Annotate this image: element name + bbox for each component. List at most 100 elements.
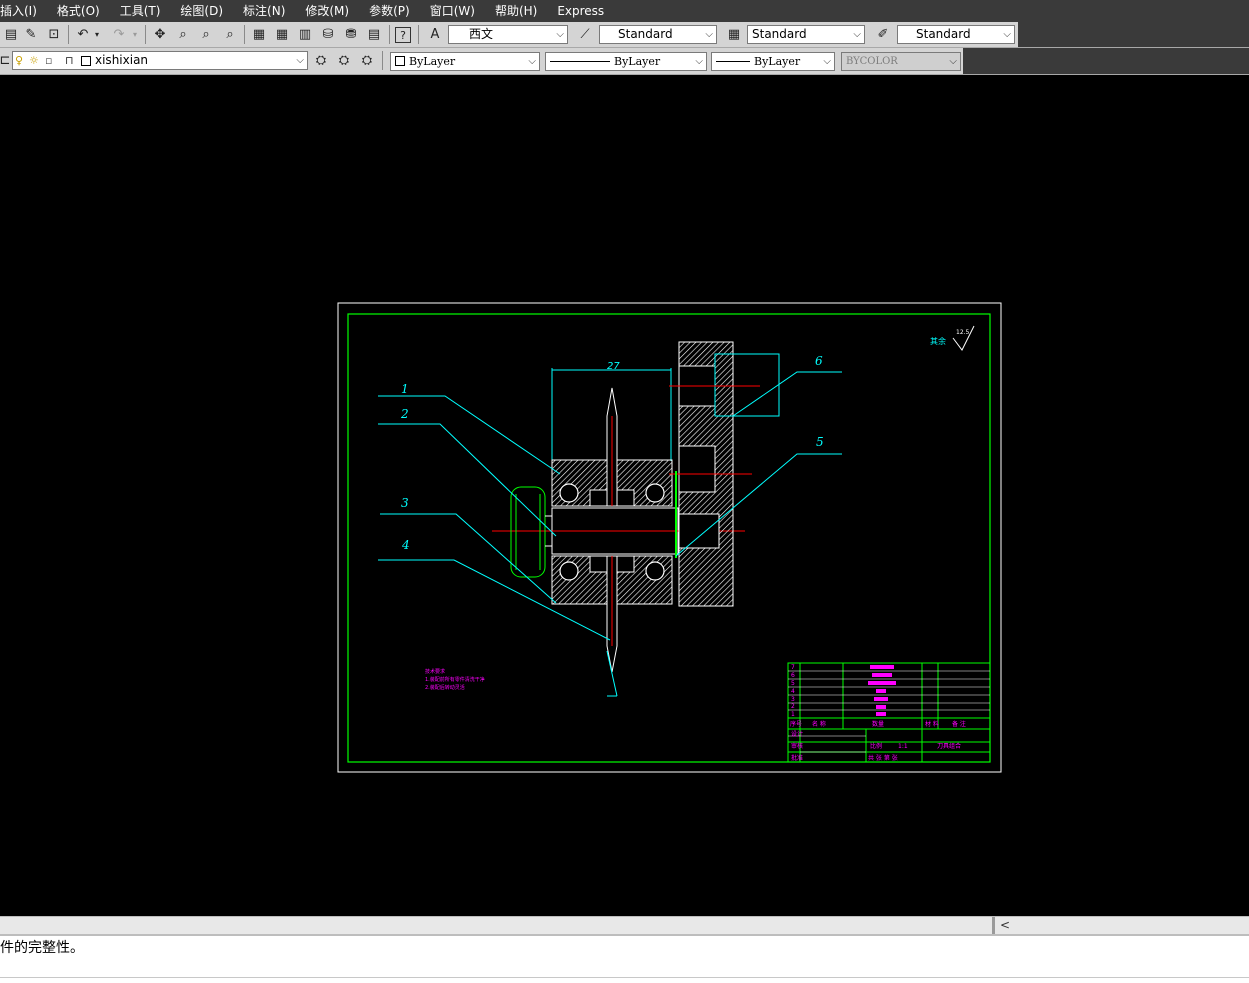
chevron-down-icon: ⌵ xyxy=(556,29,564,40)
menu-format[interactable]: 格式(O) xyxy=(47,0,110,22)
menu-express[interactable]: Express xyxy=(547,0,614,22)
menu-help[interactable]: 帮助(H) xyxy=(485,0,547,22)
menu-window[interactable]: 窗口(W) xyxy=(420,0,485,22)
markup-icon[interactable]: ⛃ xyxy=(342,25,360,43)
sheet-set-icon[interactable]: ⛁ xyxy=(319,25,337,43)
menu-parametric[interactable]: 参数(P) xyxy=(359,0,420,22)
menu-dimension[interactable]: 标注(N) xyxy=(233,0,295,22)
plot-style-select[interactable]: BYCOLOR ⌵ xyxy=(841,52,961,71)
tb-label-check: 审核 xyxy=(791,742,803,750)
tb-scale-value: 1:1 xyxy=(898,743,908,750)
multileader-style-icon[interactable]: ✐ xyxy=(874,25,892,43)
menu-insert[interactable]: 插入(I) xyxy=(0,0,47,22)
dimension-27-label: 27 xyxy=(607,361,620,372)
tb-sheet-label: 共 张 第 张 xyxy=(868,754,898,762)
menu-bar: 插入(I) 格式(O) 工具(T) 绘图(D) 标注(N) 修改(M) 参数(P… xyxy=(0,0,1249,22)
linetype-preview xyxy=(550,61,610,62)
horizontal-scrollbar[interactable]: < xyxy=(0,916,1249,934)
undo-dropdown-icon[interactable]: ▾ xyxy=(92,25,102,43)
chevron-down-icon: ⌵ xyxy=(1003,29,1011,40)
command-window[interactable]: 件的完整性。 xyxy=(0,934,1249,983)
pan-icon[interactable]: ✥ xyxy=(151,25,169,43)
chevron-down-icon: ⌵ xyxy=(705,29,713,40)
tb-header-name: 名 称 xyxy=(812,720,826,728)
roughness-symbol: 其余 12.5 xyxy=(930,325,975,351)
make-current-layer-icon[interactable]: ⛭ xyxy=(312,51,330,69)
balloon-3: 3 xyxy=(401,496,409,510)
toolbar-empty-area xyxy=(1018,22,1249,47)
balloon-1: 1 xyxy=(401,382,409,396)
toolbar-separator xyxy=(389,25,390,44)
side-plate xyxy=(669,341,780,607)
properties-icon[interactable]: ▦ xyxy=(250,25,268,43)
redo-dropdown-icon[interactable]: ▾ xyxy=(130,25,140,43)
zoom-previous-icon[interactable]: ⌕ xyxy=(221,25,239,43)
tb-row-5: 5 xyxy=(791,680,795,687)
viewport-freeze-icon: ▫ xyxy=(45,54,53,67)
chevron-down-icon: ⌵ xyxy=(528,56,536,67)
drawing-canvas[interactable]: 27 1 2 3 4 5 6 其余 12.5 技术要求 1.装配前所有零件清洗干… xyxy=(0,76,1249,916)
toolbar-separator xyxy=(244,25,245,44)
block-editor-icon[interactable]: ⊡ xyxy=(45,25,63,43)
design-center-icon[interactable]: ▦ xyxy=(273,25,291,43)
zoom-window-icon[interactable]: ⌕ xyxy=(197,25,215,43)
tool-palettes-icon[interactable]: ▥ xyxy=(296,25,314,43)
layer-previous-icon[interactable]: ⛭ xyxy=(335,51,353,69)
chevron-down-icon: ⌵ xyxy=(949,56,957,67)
title-block-part-names xyxy=(868,665,896,716)
balloon-4: 4 xyxy=(401,538,410,552)
toolbar-separator xyxy=(418,25,419,44)
color-select[interactable]: ByLayer ⌵ xyxy=(390,52,540,71)
scroll-left-arrow-icon[interactable]: < xyxy=(998,917,1012,934)
tb-label-approve: 批准 xyxy=(791,754,803,762)
roughness-label: 其余 xyxy=(930,336,946,346)
redo-icon[interactable]: ↷ xyxy=(110,25,128,43)
blade-bottom xyxy=(606,555,618,697)
layer-state-icon[interactable]: ⛭ xyxy=(358,51,376,69)
tb-label-design: 设计 xyxy=(791,730,803,738)
match-properties-icon[interactable]: ✎ xyxy=(22,25,40,43)
text-style-icon[interactable]: A xyxy=(426,25,444,43)
color-swatch xyxy=(395,56,405,66)
chevron-down-icon: ⌵ xyxy=(823,56,831,67)
layer-color-swatch xyxy=(81,56,91,66)
calculator-icon[interactable]: ▤ xyxy=(365,25,383,43)
notes-line-2: 2.装配后转动灵活 xyxy=(425,684,465,691)
sun-icon: ☼ xyxy=(29,54,39,67)
multileader-style-select[interactable]: Standard ⌵ xyxy=(897,25,1015,44)
lineweight-select[interactable]: ByLayer ⌵ xyxy=(711,52,835,71)
sheet-outer-border xyxy=(337,302,1002,773)
toolbar-separator xyxy=(68,25,69,44)
menu-draw[interactable]: 绘图(D) xyxy=(170,0,233,22)
command-input-divider xyxy=(0,977,1249,978)
dim-style-select[interactable]: Standard ⌵ xyxy=(599,25,717,44)
tb-row-1: 1 xyxy=(791,711,795,718)
layer-select[interactable]: ♀ ☼ ▫ ⊓ xishixian ⌵ xyxy=(12,51,308,70)
tb-header-note: 备 注 xyxy=(952,720,966,728)
lightbulb-icon: ♀ xyxy=(15,54,24,67)
zoom-realtime-icon[interactable]: ⌕ xyxy=(174,25,192,43)
paste-icon[interactable]: ▤ xyxy=(2,25,20,43)
dim-style-icon[interactable]: ⟋ xyxy=(576,25,594,43)
balloon-6: 6 xyxy=(815,354,823,368)
standard-toolbar: ▤ ✎ ⊡ ↶ ▾ ↷ ▾ ✥ ⌕ ⌕ ⌕ ▦ ▦ ▥ ⛁ ⛃ ▤ ? A 西文… xyxy=(0,22,1249,48)
table-style-select[interactable]: Standard ⌵ xyxy=(747,25,865,44)
layer-properties-icon[interactable]: ⊏ xyxy=(0,51,10,69)
menu-tools[interactable]: 工具(T) xyxy=(110,0,171,22)
toolbar-separator xyxy=(382,51,383,70)
scrollbar-splitter[interactable] xyxy=(992,917,995,934)
tb-row-6: 6 xyxy=(791,672,795,679)
menu-modify[interactable]: 修改(M) xyxy=(295,0,359,22)
roughness-value: 12.5 xyxy=(956,329,970,336)
balloon-5: 5 xyxy=(816,435,824,449)
chevron-down-icon: ⌵ xyxy=(853,29,861,40)
unlock-icon: ⊓ xyxy=(65,54,74,67)
tb-row-4: 4 xyxy=(791,688,795,695)
table-style-icon[interactable]: ▦ xyxy=(725,25,743,43)
linetype-select[interactable]: ByLayer ⌵ xyxy=(545,52,707,71)
layers-toolbar: ⊏ ♀ ☼ ▫ ⊓ xishixian ⌵ ⛭ ⛭ ⛭ ByLayer ⌵ ByL… xyxy=(0,48,1249,75)
text-style-select[interactable]: 西文 ⌵ xyxy=(448,25,568,44)
undo-icon[interactable]: ↶ xyxy=(74,25,92,43)
help-icon[interactable]: ? xyxy=(395,27,411,43)
tb-row-3: 3 xyxy=(791,696,795,703)
